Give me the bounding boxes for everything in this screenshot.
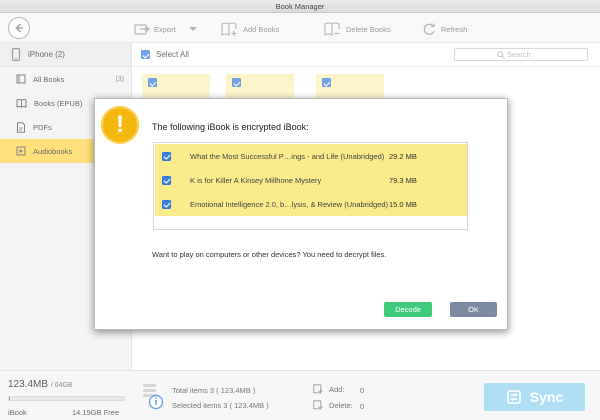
encrypted-book-list: What the Most Successful P…ings - and Li… <box>153 142 468 230</box>
warning-icon: ! <box>101 106 139 144</box>
list-item[interactable]: Emotional Intelligence 2.0, b…lysis, & R… <box>155 192 467 216</box>
book-size: 29.2 MB <box>389 151 417 161</box>
encrypted-books-dialog: ! The following iBook is encrypted iBook… <box>94 98 508 330</box>
window-title: Book Manager <box>0 0 600 13</box>
book-title: What the Most Successful P…ings - and Li… <box>190 151 385 161</box>
book-size: 79.3 MB <box>389 175 417 185</box>
book-title: K is for Killer A Kinsey Millhone Myster… <box>190 175 322 185</box>
item-checkbox[interactable] <box>162 199 171 209</box>
item-checkbox[interactable] <box>162 151 171 161</box>
decode-button[interactable]: Decode <box>384 302 432 317</box>
list-item[interactable]: K is for Killer A Kinsey Millhone Myster… <box>155 168 467 192</box>
book-title: Emotional Intelligence 2.0, b…lysis, & R… <box>190 199 389 209</box>
decrypt-prompt: Want to play on computers or other devic… <box>152 250 387 259</box>
dialog-title: The following iBook is encrypted iBook: <box>152 122 309 132</box>
book-size: 15.0 MB <box>389 199 417 209</box>
item-checkbox[interactable] <box>162 175 171 185</box>
list-item[interactable]: What the Most Successful P…ings - and Li… <box>155 144 467 168</box>
ok-button[interactable]: OK <box>450 302 497 317</box>
